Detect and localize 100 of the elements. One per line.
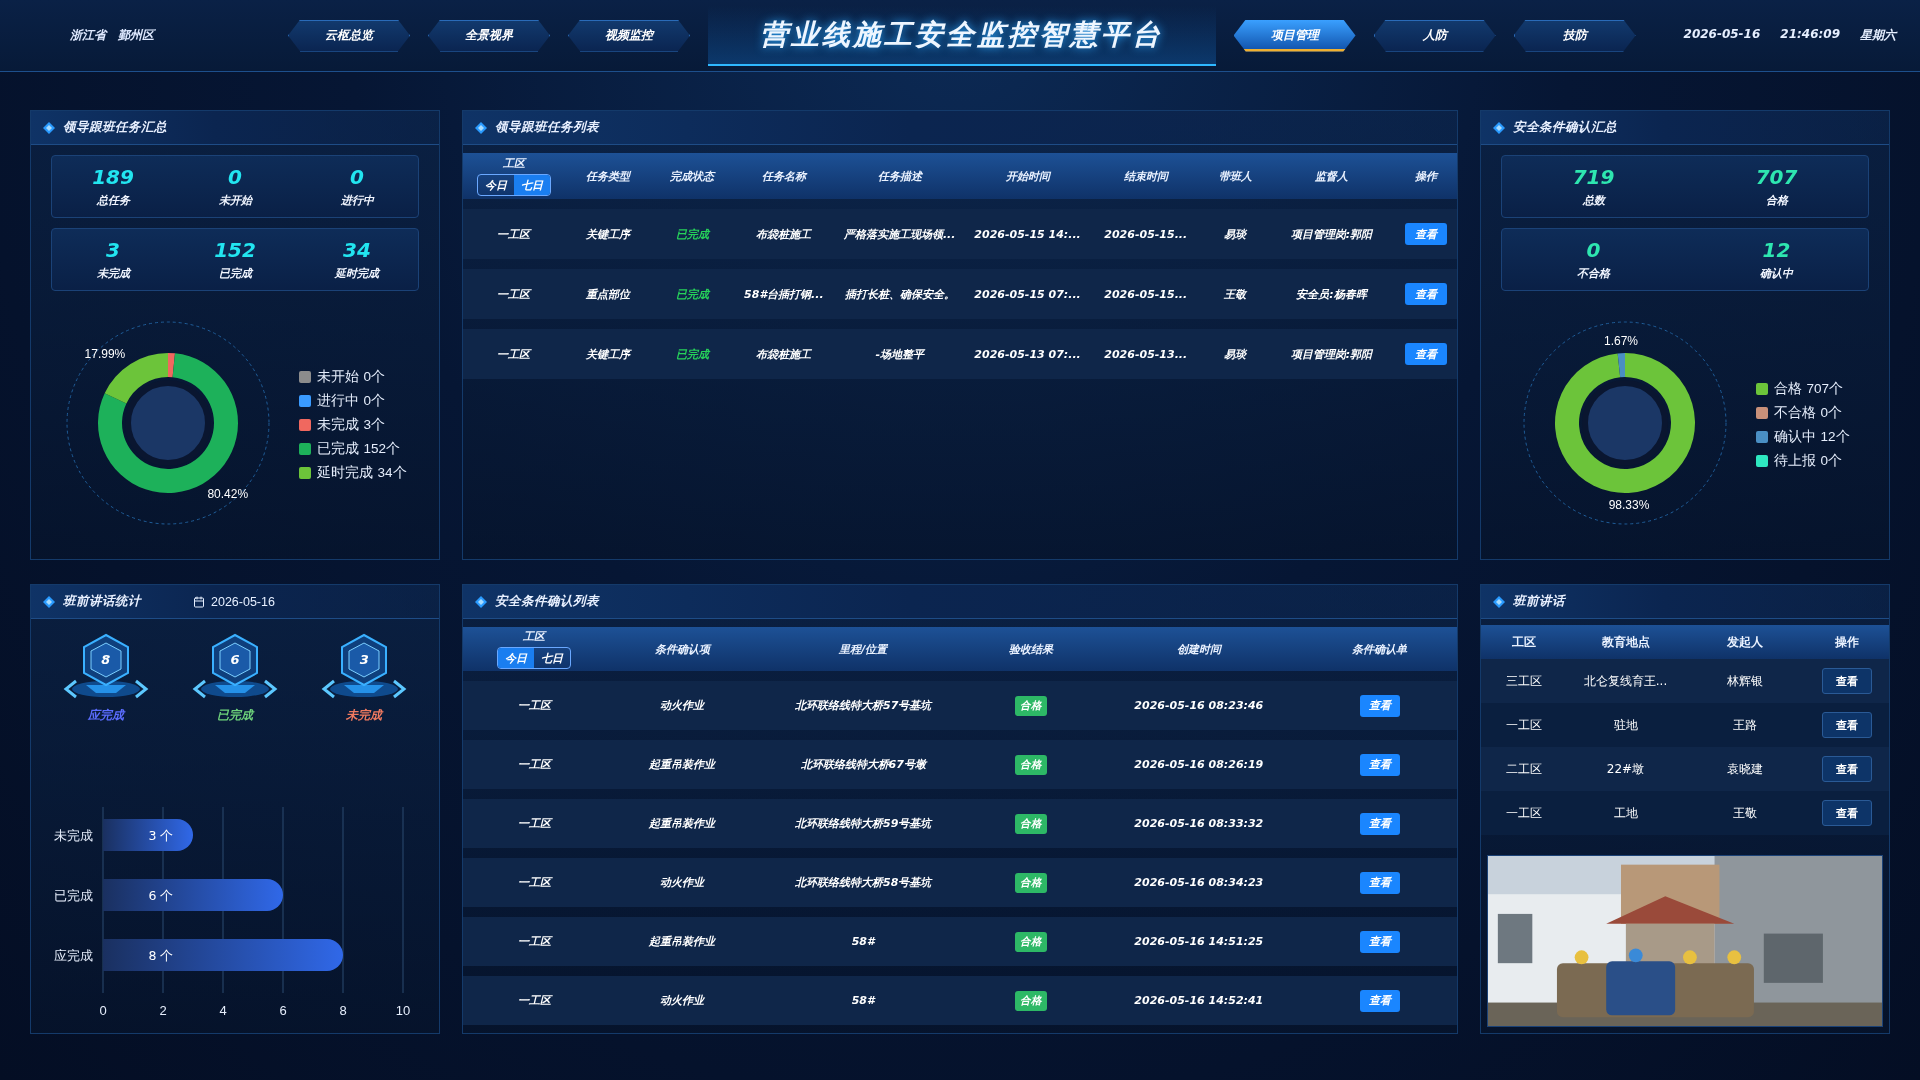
table-cell: 北环联络线特大桥59号基坑	[795, 816, 932, 831]
stat-label: 合格	[1765, 193, 1788, 208]
table-cell: 58#台插打钢...	[744, 286, 824, 302]
nav-tab[interactable]: 云枢总览	[288, 19, 410, 52]
legend-label: 延时完成	[317, 464, 374, 482]
table-cell: 一工区	[497, 286, 531, 302]
table-cell: 重点部位	[585, 286, 630, 302]
range-toggle[interactable]: 今日	[477, 175, 514, 195]
table-cell: 驻地	[1613, 716, 1638, 734]
status-text: 已完成	[675, 286, 709, 302]
column-header: 带班人	[1218, 168, 1252, 184]
column-header: 工区	[523, 629, 545, 644]
legend-count: 0个	[363, 368, 385, 386]
date-picker[interactable]: 2026-05-16	[189, 592, 279, 611]
nav-tab[interactable]: 人防	[1373, 19, 1496, 52]
result-badge: 合格	[1015, 931, 1047, 952]
table-cell: 2026-05-13 07:...	[974, 347, 1081, 361]
range-toggle[interactable]: 七日	[534, 648, 570, 668]
diamond-icon	[1493, 595, 1505, 608]
nav-tab[interactable]: 技防	[1513, 19, 1636, 52]
stat-label: 未完成	[96, 266, 130, 281]
nav-tab[interactable]: 全景视界	[428, 19, 550, 52]
nav-tab[interactable]: 项目管理	[1233, 19, 1356, 52]
table-cell: 工地	[1613, 804, 1638, 822]
table-cell: 2026-05-16 08:26:19	[1134, 758, 1264, 771]
view-button[interactable]: 查看	[1821, 756, 1872, 782]
axis-tick-label: 10	[395, 1003, 411, 1018]
view-button[interactable]: 查看	[1404, 283, 1447, 305]
legend-label: 确认中	[1774, 428, 1817, 446]
category-label: 已完成	[54, 888, 93, 903]
view-button[interactable]: 查看	[1821, 800, 1872, 826]
table-cell: 起重吊装作业	[649, 934, 716, 949]
weekday-text: 星期六	[1860, 27, 1896, 44]
view-button[interactable]: 查看	[1404, 223, 1447, 245]
panel-title: 安全条件确认汇总	[1513, 119, 1617, 136]
axis-tick-label: 2	[159, 1003, 167, 1018]
result-badge: 合格	[1015, 695, 1047, 716]
axis-tick-label: 8	[339, 1003, 347, 1018]
table-cell: 一工区	[497, 226, 531, 242]
bar-value-label: 8 个	[148, 948, 174, 963]
legend-count: 707个	[1806, 380, 1843, 398]
stat-label: 进行中	[340, 193, 374, 208]
view-button[interactable]: 查看	[1359, 871, 1400, 894]
axis-tick-label: 0	[99, 1003, 107, 1018]
result-badge: 合格	[1015, 872, 1047, 893]
legend-count: 0个	[1820, 404, 1842, 422]
view-button[interactable]: 查看	[1359, 694, 1400, 717]
view-button[interactable]: 查看	[1359, 930, 1400, 953]
column-header: 操作	[1833, 633, 1860, 651]
status-text: 已完成	[675, 226, 709, 242]
bar-value-label: 3 个	[148, 828, 174, 843]
stat-value: 3	[106, 238, 120, 262]
view-button[interactable]: 查看	[1404, 343, 1447, 365]
table-cell: 王敬	[1732, 804, 1757, 822]
table-cell: 一工区	[517, 757, 551, 772]
table-cell: 三工区	[1505, 672, 1542, 690]
table-cell: 布袋桩施工	[756, 226, 812, 242]
range-toggle[interactable]: 七日	[513, 175, 550, 195]
view-button[interactable]: 查看	[1359, 989, 1400, 1012]
table-cell: 王敬	[1224, 286, 1247, 302]
badge-label: 已完成	[217, 707, 253, 724]
bar-value-label: 6 个	[148, 888, 174, 903]
badge-count: 3	[358, 652, 370, 667]
table-cell: 2026-05-16 14:52:41	[1134, 994, 1264, 1007]
result-badge: 合格	[1015, 813, 1047, 834]
stat-value: 152	[214, 238, 256, 262]
diamond-icon	[475, 595, 487, 608]
view-button[interactable]: 查看	[1821, 712, 1872, 738]
legend-label: 未完成	[317, 416, 360, 434]
stat-label: 延时完成	[335, 266, 379, 281]
badge-count: 6	[229, 652, 241, 667]
column-header: 工区	[1510, 633, 1537, 651]
range-toggle[interactable]: 今日	[498, 648, 534, 668]
nav-tab[interactable]: 视频监控	[568, 19, 690, 52]
legend-count: 3个	[363, 416, 385, 434]
table-cell: 58#	[851, 935, 875, 948]
table-cell: 一工区	[1505, 804, 1542, 822]
table-cell: 安全员:杨春晖	[1296, 286, 1367, 302]
legend-label: 未开始	[317, 368, 360, 386]
table-cell: 北仑复线育王...	[1583, 672, 1668, 690]
column-header: 结束时间	[1123, 168, 1168, 184]
column-header: 完成状态	[670, 168, 715, 184]
table-cell: 起重吊装作业	[649, 757, 716, 772]
column-header: 操作	[1414, 168, 1437, 184]
slice-label: 98.33%	[1609, 497, 1650, 512]
stat-label: 已完成	[218, 266, 252, 281]
table-cell: 易琰	[1224, 346, 1247, 362]
view-button[interactable]: 查看	[1359, 753, 1400, 776]
column-header: 任务名称	[761, 168, 806, 184]
view-button[interactable]: 查看	[1359, 812, 1400, 835]
table-cell: 易琰	[1224, 226, 1247, 242]
stat-label: 未开始	[218, 193, 252, 208]
table-cell: 一工区	[497, 346, 531, 362]
view-button[interactable]: 查看	[1821, 668, 1872, 694]
axis-tick-label: 6	[279, 1003, 287, 1018]
location-label: 浙江省	[70, 27, 106, 44]
slice-label: 1.67%	[1604, 334, 1639, 349]
legend-count: 12个	[1820, 428, 1850, 446]
diamond-icon	[43, 595, 55, 608]
column-header: 创建时间	[1176, 641, 1221, 657]
